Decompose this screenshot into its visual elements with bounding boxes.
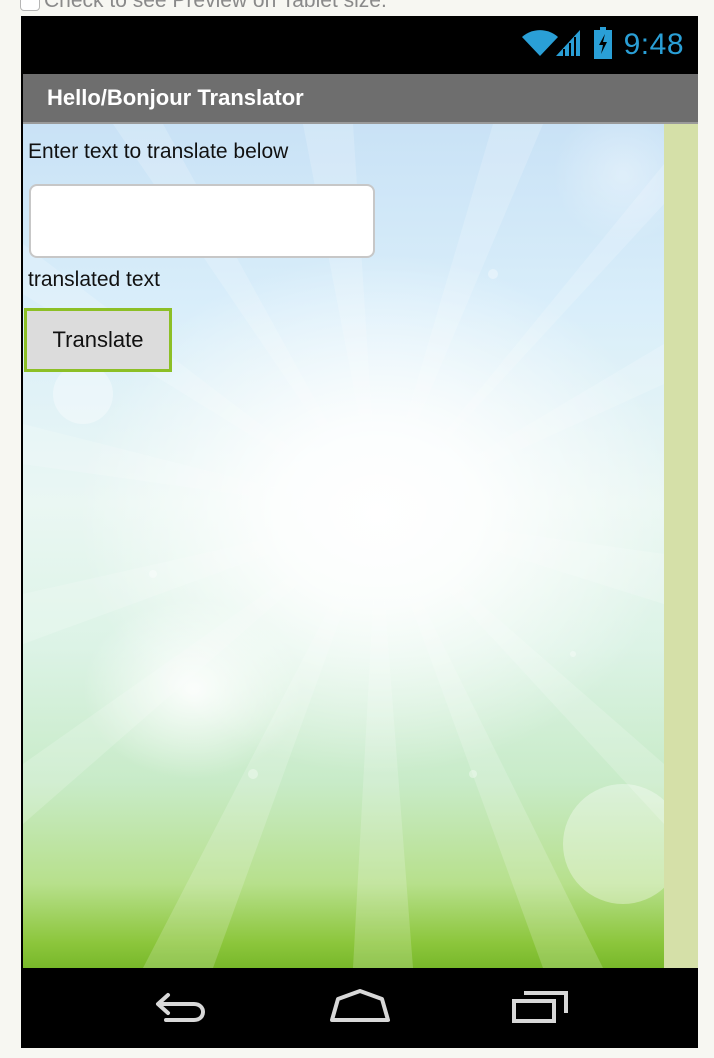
translate-button[interactable]: Translate [24, 308, 172, 372]
tablet-preview-label: Check to see Preview on Tablet size. [44, 0, 387, 12]
app-screen: Enter text to translate below translated… [23, 124, 664, 968]
tablet-preview-checkbox[interactable] [20, 0, 40, 11]
status-time: 9:48 [623, 28, 684, 61]
signal-icon [554, 28, 582, 63]
translate-text-input[interactable] [29, 184, 375, 258]
tablet-preview-option[interactable]: Check to see Preview on Tablet size. [20, 0, 387, 16]
app-title-bar: Hello/Bonjour Translator [23, 74, 698, 124]
home-icon[interactable] [325, 982, 395, 1032]
status-bar: 9:48 [21, 16, 698, 74]
recent-apps-icon[interactable] [505, 982, 575, 1032]
back-icon[interactable] [147, 982, 217, 1032]
screen-scroll-strip [664, 124, 698, 968]
designer-viewer: Check to see Preview on Tablet size. 9:4… [0, 0, 714, 1058]
phone-frame: 9:48 Hello/Bonjour Translator Enter text… [21, 16, 698, 1048]
prompt-label: Enter text to translate below [28, 140, 289, 163]
app-title: Hello/Bonjour Translator [47, 85, 304, 110]
status-icons: 9:48 [520, 26, 684, 64]
navigation-bar [21, 968, 698, 1048]
battery-charging-icon [593, 26, 612, 64]
translated-text-label: translated text [28, 268, 160, 291]
